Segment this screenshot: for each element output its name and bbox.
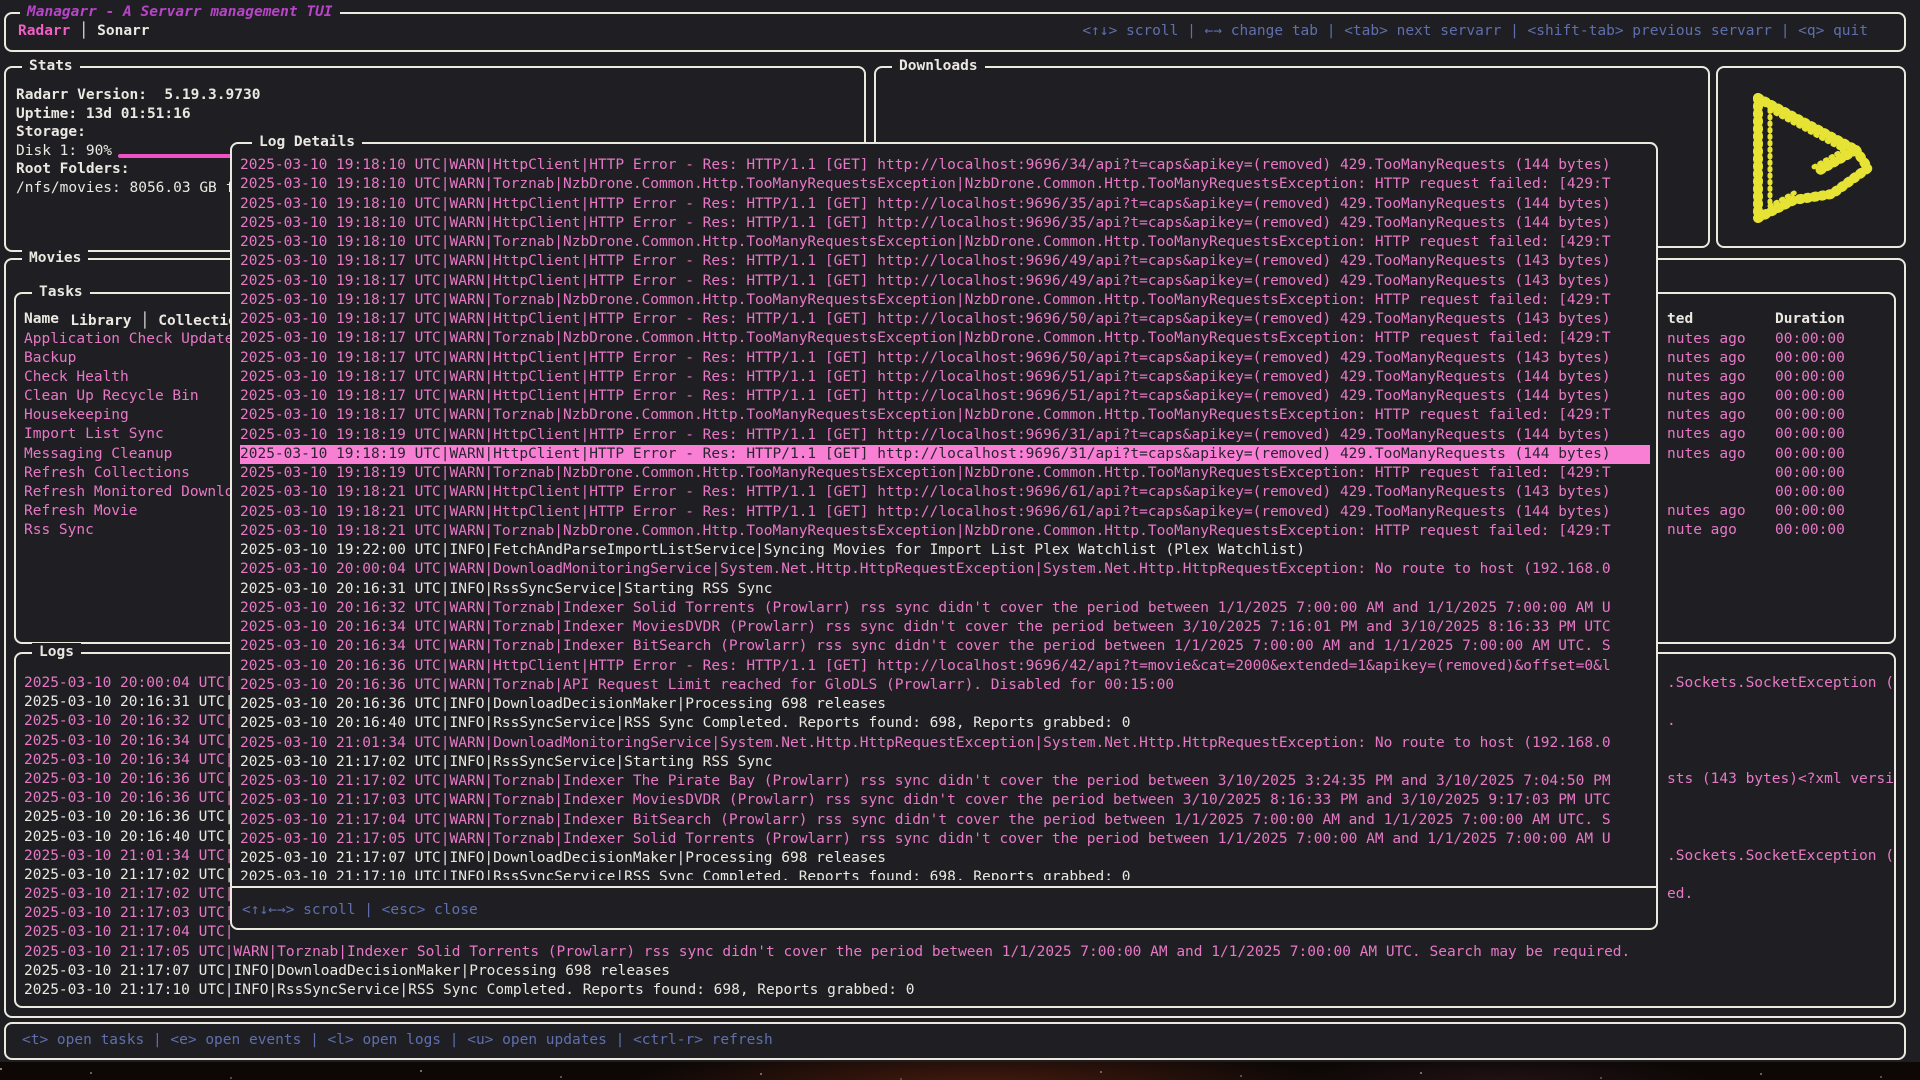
log-detail-row[interactable]: 2025-03-10 19:18:21 UTC|WARN|HttpClient|… [240,503,1650,522]
log-detail-row[interactable]: 2025-03-10 19:18:10 UTC|WARN|Torznab|Nzb… [240,233,1650,252]
tab-radarr[interactable]: Radarr [18,23,70,39]
tab-separator: │ [70,23,97,39]
log-detail-row[interactable]: 2025-03-10 20:16:36 UTC|WARN|Torznab|API… [240,676,1650,695]
column-header-name: Name [24,310,59,329]
log-detail-row[interactable]: 2025-03-10 19:18:10 UTC|WARN|HttpClient|… [240,214,1650,233]
log-detail-row[interactable]: 2025-03-10 20:16:36 UTC|WARN|HttpClient|… [240,657,1650,676]
log-detail-row[interactable]: 2025-03-10 21:01:34 UTC|WARN|DownloadMon… [240,734,1650,753]
log-detail-row[interactable]: 2025-03-10 19:18:17 UTC|WARN|HttpClient|… [240,387,1650,406]
log-detail-row[interactable]: 2025-03-10 19:18:17 UTC|WARN|HttpClient|… [240,252,1650,271]
log-detail-row[interactable]: 2025-03-10 19:18:10 UTC|WARN|Torznab|Nzb… [240,175,1650,194]
terminal-background: Managarr - A Servarr management TUI Rada… [0,0,1920,1062]
tab-sonarr[interactable]: Sonarr [97,23,149,39]
stat-line: Uptime: 13d 01:51:16 [16,105,858,124]
log-detail-row[interactable]: 2025-03-10 20:16:32 UTC|WARN|Torznab|Ind… [240,599,1650,618]
log-row[interactable]: 2025-03-10 21:17:05 UTC|WARN|Torznab|Ind… [16,943,1894,962]
log-detail-row[interactable]: 2025-03-10 19:18:19 UTC|WARN|HttpClient|… [240,445,1650,464]
log-details-title: Log Details [252,133,362,152]
bottom-keybind-bar: <t> open tasks | <e> open events | <l> o… [4,1022,1906,1060]
log-detail-row[interactable]: 2025-03-10 20:16:36 UTC|INFO|DownloadDec… [240,695,1650,714]
log-detail-row[interactable]: 2025-03-10 20:00:04 UTC|WARN|DownloadMon… [240,560,1650,579]
modal-footer-divider [232,886,1656,888]
log-details-list: 2025-03-10 19:18:10 UTC|WARN|HttpClient|… [240,156,1650,880]
header-panel: Managarr - A Servarr management TUI Rada… [4,12,1906,52]
log-detail-row[interactable]: 2025-03-10 21:17:05 UTC|WARN|Torznab|Ind… [240,830,1650,849]
log-detail-row[interactable]: 2025-03-10 19:18:17 UTC|WARN|Torznab|Nzb… [240,406,1650,425]
log-detail-row[interactable]: 2025-03-10 19:18:19 UTC|WARN|Torznab|Nzb… [240,464,1650,483]
movies-title: Movies [22,249,88,268]
servarr-tabs: Radarr│Sonarr [18,22,150,41]
tasks-title: Tasks [32,283,90,302]
log-detail-row[interactable]: 2025-03-10 21:17:02 UTC|WARN|Torznab|Ind… [240,772,1650,791]
header-keybinds: <↑↓> scroll | ←→ change tab | <tab> next… [1082,22,1868,41]
log-row[interactable]: 2025-03-10 21:17:10 UTC|INFO|RssSyncServ… [16,981,1894,1000]
log-detail-row[interactable]: 2025-03-10 21:17:04 UTC|WARN|Torznab|Ind… [240,811,1650,830]
modal-keybinds: <↑↓←→> scroll | <esc> close [242,901,478,920]
log-detail-row[interactable]: 2025-03-10 20:16:34 UTC|WARN|Torznab|Ind… [240,637,1650,656]
log-detail-row[interactable]: 2025-03-10 19:18:17 UTC|WARN|HttpClient|… [240,368,1650,387]
log-detail-row[interactable]: 2025-03-10 21:17:03 UTC|WARN|Torznab|Ind… [240,791,1650,810]
stat-line: Storage: [16,123,858,142]
bottom-keybinds: <t> open tasks | <e> open events | <l> o… [22,1031,773,1050]
log-detail-row[interactable]: 2025-03-10 19:18:21 UTC|WARN|Torznab|Nzb… [240,522,1650,541]
log-detail-row[interactable]: 2025-03-10 20:16:34 UTC|WARN|Torznab|Ind… [240,618,1650,637]
log-detail-row[interactable]: 2025-03-10 21:17:07 UTC|INFO|DownloadDec… [240,849,1650,868]
log-detail-row[interactable]: 2025-03-10 19:18:10 UTC|WARN|HttpClient|… [240,195,1650,214]
stats-title: Stats [22,57,80,76]
radarr-play-logo-icon [1736,76,1890,242]
log-detail-row[interactable]: 2025-03-10 21:17:02 UTC|INFO|RssSyncServ… [240,753,1650,772]
stat-line: Radarr Version: 5.19.3.9730 [16,86,858,105]
wallpaper-stars [0,1068,2,1070]
log-detail-row[interactable]: 2025-03-10 21:17:10 UTC|INFO|RssSyncServ… [240,868,1650,880]
desktop-wallpaper-strip [0,1062,1920,1080]
log-detail-row[interactable]: 2025-03-10 19:18:17 UTC|WARN|HttpClient|… [240,310,1650,329]
column-header-duration: Duration [1775,310,1845,329]
log-detail-row[interactable]: 2025-03-10 19:22:00 UTC|INFO|FetchAndPar… [240,541,1650,560]
log-detail-row[interactable]: 2025-03-10 20:16:40 UTC|INFO|RssSyncServ… [240,714,1650,733]
log-detail-row[interactable]: 2025-03-10 19:18:17 UTC|WARN|HttpClient|… [240,272,1650,291]
log-detail-row[interactable]: 2025-03-10 19:18:10 UTC|WARN|HttpClient|… [240,156,1650,175]
log-details-modal: Log Details 2025-03-10 19:18:10 UTC|WARN… [230,142,1658,930]
logs-title: Logs [32,643,81,662]
app-title: Managarr - A Servarr management TUI [20,3,340,22]
log-row[interactable]: 2025-03-10 21:17:07 UTC|INFO|DownloadDec… [16,962,1894,981]
log-detail-row[interactable]: 2025-03-10 19:18:17 UTC|WARN|Torznab|Nzb… [240,329,1650,348]
managarr-screen: Managarr - A Servarr management TUI Rada… [0,0,1920,1080]
column-header-executed: ted [1667,310,1693,329]
log-detail-row[interactable]: 2025-03-10 19:18:21 UTC|WARN|HttpClient|… [240,483,1650,502]
log-detail-row[interactable]: 2025-03-10 19:18:17 UTC|WARN|HttpClient|… [240,349,1650,368]
downloads-title: Downloads [892,57,985,76]
logo-panel [1716,66,1906,248]
log-detail-row[interactable]: 2025-03-10 19:18:17 UTC|WARN|Torznab|Nzb… [240,291,1650,310]
log-detail-row[interactable]: 2025-03-10 19:18:19 UTC|WARN|HttpClient|… [240,426,1650,445]
log-detail-row[interactable]: 2025-03-10 20:16:31 UTC|INFO|RssSyncServ… [240,580,1650,599]
